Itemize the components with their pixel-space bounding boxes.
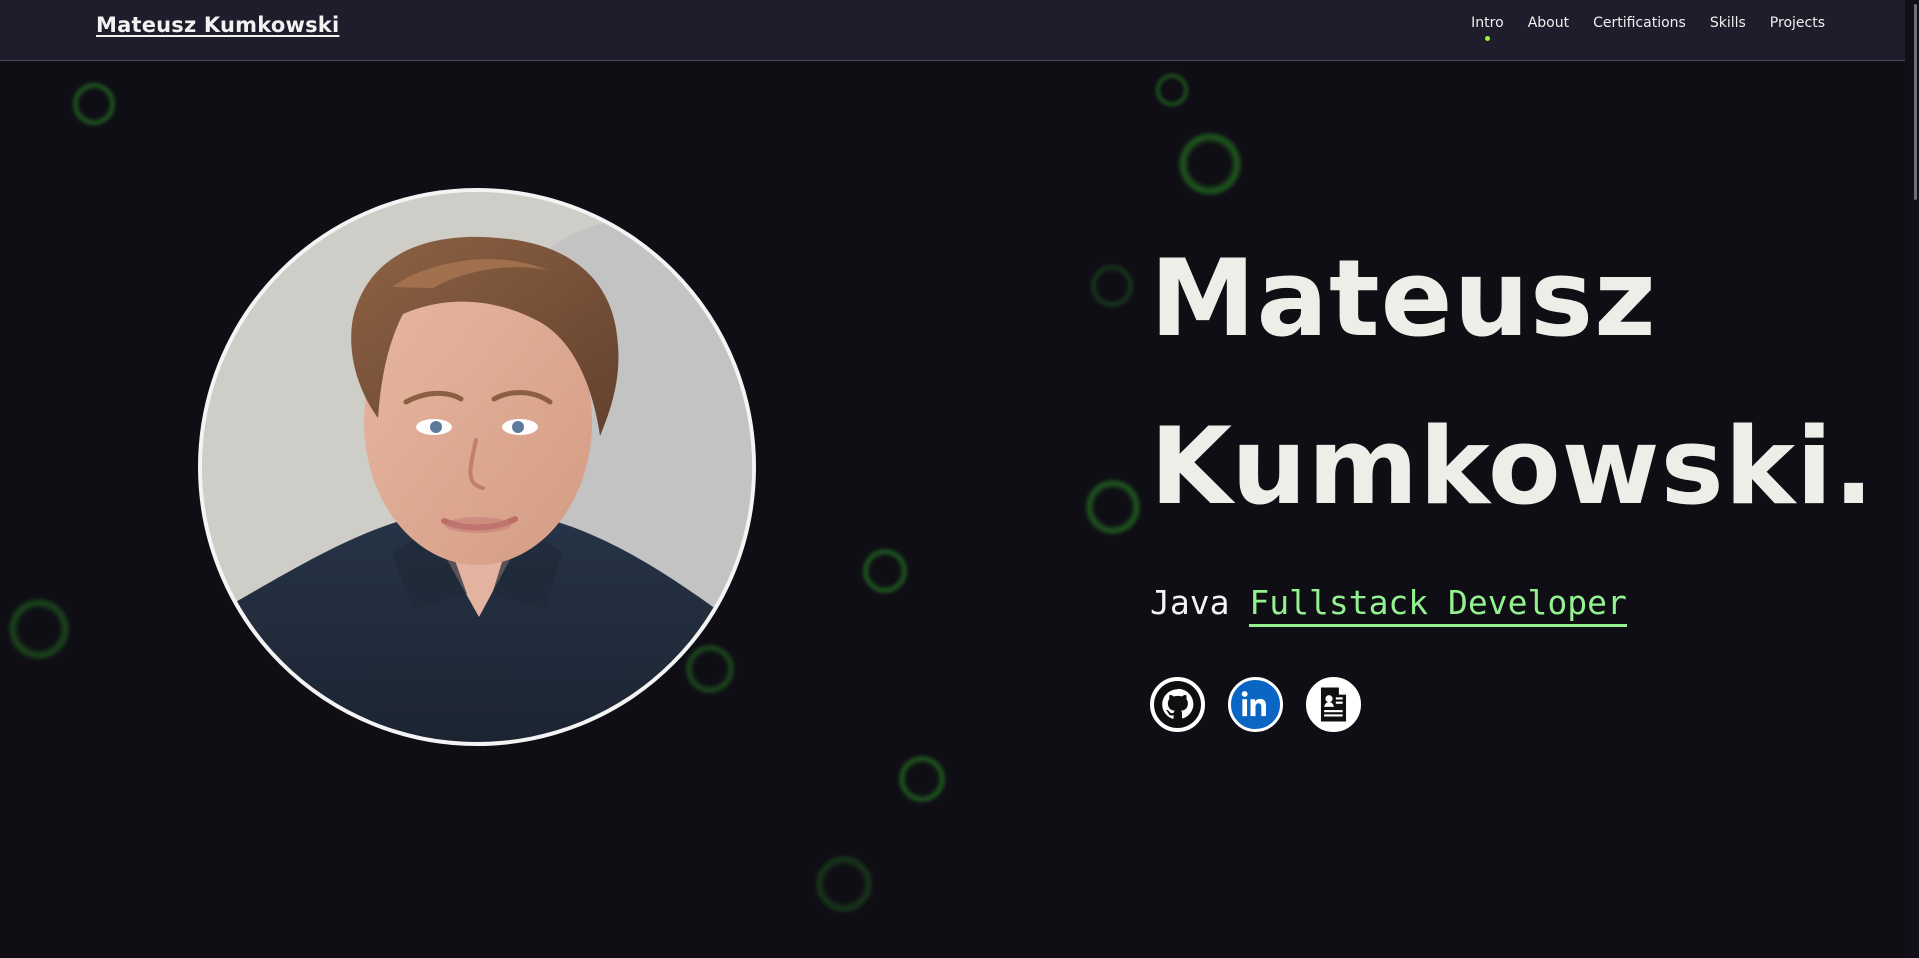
background-bubble: [898, 755, 946, 803]
active-nav-dot: [1485, 36, 1491, 41]
hero-name: Mateusz Kumkowski.: [1150, 215, 1875, 551]
hero-name-first: Mateusz: [1150, 237, 1657, 360]
resume-button[interactable]: [1306, 677, 1361, 732]
background-bubble: [1178, 132, 1242, 196]
brand-link[interactable]: Mateusz Kumkowski: [96, 13, 339, 37]
page-scrollbar[interactable]: [1905, 0, 1919, 958]
background-bubble: [1090, 264, 1134, 308]
hero-name-last: Kumkowski.: [1150, 405, 1875, 528]
linkedin-icon: [1241, 691, 1266, 717]
nav-link-certifications[interactable]: Certifications: [1593, 15, 1686, 31]
nav-link-certifications-label: Certifications: [1593, 15, 1686, 31]
linkedin-button[interactable]: [1228, 677, 1283, 732]
role-prefix: Java: [1150, 583, 1230, 622]
profile-photo: [198, 188, 756, 746]
nav-link-projects[interactable]: Projects: [1770, 15, 1825, 31]
nav-link-skills[interactable]: Skills: [1710, 15, 1746, 31]
background-bubble: [862, 548, 908, 594]
top-navbar: Mateusz Kumkowski Intro About Certificat…: [0, 0, 1919, 61]
social-links: [1150, 677, 1361, 732]
background-bubble: [8, 598, 70, 660]
nav-link-skills-label: Skills: [1709, 15, 1746, 31]
background-bubble: [1085, 479, 1141, 535]
scrollbar-thumb[interactable]: [1914, 4, 1917, 200]
background-bubble: [1155, 73, 1189, 107]
background-bubble: [685, 644, 735, 694]
github-icon: [1154, 681, 1201, 728]
profile-portrait-illustration: [202, 192, 752, 742]
nav-link-about[interactable]: About: [1528, 15, 1569, 31]
nav-link-intro[interactable]: Intro: [1471, 15, 1504, 41]
resume-icon: [1320, 687, 1347, 722]
nav-links: Intro About Certifications Skills Projec…: [1471, 15, 1825, 41]
role-line: Java Fullstack Developer: [1150, 583, 1627, 627]
nav-link-projects-label: Projects: [1769, 15, 1825, 31]
role-highlight: Fullstack Developer: [1249, 583, 1627, 627]
nav-link-about-label: About: [1527, 15, 1570, 31]
background-bubble: [815, 855, 873, 913]
background-bubble: [72, 82, 116, 126]
nav-link-intro-label: Intro: [1471, 15, 1504, 31]
github-button[interactable]: [1150, 677, 1205, 732]
